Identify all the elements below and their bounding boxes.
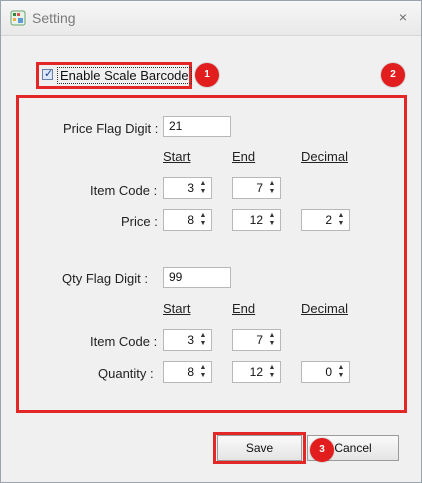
annotation-badge-3: 3 bbox=[310, 438, 334, 462]
price-start-stepper[interactable]: 8 ▲ ▼ bbox=[163, 209, 212, 231]
chevron-down-icon[interactable]: ▼ bbox=[267, 188, 277, 196]
chevron-down-icon[interactable]: ▼ bbox=[198, 340, 208, 348]
qty-flag-digit-label: Qty Flag Digit : bbox=[62, 271, 148, 286]
chevron-up-icon[interactable]: ▲ bbox=[336, 364, 346, 372]
checkbox[interactable]: ✓ bbox=[42, 68, 54, 80]
qty-item-code-label: Item Code : bbox=[90, 334, 158, 349]
annotation-badge-1: 1 bbox=[195, 63, 219, 87]
chevron-down-icon[interactable]: ▼ bbox=[267, 340, 277, 348]
save-button[interactable]: Save bbox=[217, 435, 302, 461]
chevron-down-icon[interactable]: ▼ bbox=[198, 220, 208, 228]
stepper-value: 12 bbox=[249, 213, 263, 227]
price-decimal-stepper[interactable]: 2 ▲ ▼ bbox=[301, 209, 350, 231]
chevron-up-icon[interactable]: ▲ bbox=[198, 180, 208, 188]
chevron-down-icon[interactable]: ▼ bbox=[198, 188, 208, 196]
chevron-up-icon[interactable]: ▲ bbox=[267, 364, 277, 372]
price-item-code-label: Item Code : bbox=[90, 183, 158, 198]
price-start-header: Start bbox=[163, 149, 191, 164]
chevron-up-icon[interactable]: ▲ bbox=[336, 212, 346, 220]
price-decimal-header: Decimal bbox=[301, 149, 348, 164]
stepper-value: 7 bbox=[256, 333, 263, 347]
chevron-down-icon[interactable]: ▼ bbox=[198, 372, 208, 380]
qty-decimal-header: Decimal bbox=[301, 301, 348, 316]
chevron-down-icon[interactable]: ▼ bbox=[267, 372, 277, 380]
stepper-value: 0 bbox=[325, 365, 332, 379]
price-flag-digit-label: Price Flag Digit : bbox=[63, 121, 159, 136]
qty-item-code-start-stepper[interactable]: 3 ▲ ▼ bbox=[163, 329, 212, 351]
chevron-down-icon[interactable]: ▼ bbox=[267, 220, 277, 228]
quantity-label: Quantity : bbox=[98, 366, 154, 381]
price-item-code-start-stepper[interactable]: 3 ▲ ▼ bbox=[163, 177, 212, 199]
qty-start-header: Start bbox=[163, 301, 191, 316]
price-label: Price : bbox=[121, 214, 158, 229]
price-flag-digit-input[interactable]: 21 bbox=[163, 116, 231, 137]
quantity-end-stepper[interactable]: 12 ▲ ▼ bbox=[232, 361, 281, 383]
app-icon bbox=[10, 10, 26, 26]
stepper-value: 2 bbox=[325, 213, 332, 227]
chevron-up-icon[interactable]: ▲ bbox=[267, 180, 277, 188]
window-title: Setting bbox=[32, 10, 76, 26]
price-item-code-end-stepper[interactable]: 7 ▲ ▼ bbox=[232, 177, 281, 199]
stepper-value: 8 bbox=[187, 365, 194, 379]
stepper-value: 12 bbox=[249, 365, 263, 379]
chevron-up-icon[interactable]: ▲ bbox=[198, 332, 208, 340]
qty-flag-digit-input[interactable]: 99 bbox=[163, 267, 231, 288]
chevron-up-icon[interactable]: ▲ bbox=[198, 212, 208, 220]
chevron-down-icon[interactable]: ▼ bbox=[336, 220, 346, 228]
title-bar: Setting × bbox=[1, 1, 421, 36]
annotation-badge-2: 2 bbox=[381, 63, 405, 87]
checkmark-icon: ✓ bbox=[44, 68, 54, 80]
chevron-down-icon[interactable]: ▼ bbox=[336, 372, 346, 380]
qty-end-header: End bbox=[232, 301, 256, 316]
stepper-value: 8 bbox=[187, 213, 194, 227]
chevron-up-icon[interactable]: ▲ bbox=[267, 332, 277, 340]
price-end-header: End bbox=[232, 149, 256, 164]
stepper-value: 3 bbox=[187, 333, 194, 347]
chevron-up-icon[interactable]: ▲ bbox=[198, 364, 208, 372]
setting-dialog: Setting × ✓ Enable Scale Barcode 1 2 Pri… bbox=[0, 0, 422, 483]
price-end-stepper[interactable]: 12 ▲ ▼ bbox=[232, 209, 281, 231]
enable-scale-barcode-label[interactable]: Enable Scale Barcode bbox=[57, 67, 192, 84]
quantity-decimal-stepper[interactable]: 0 ▲ ▼ bbox=[301, 361, 350, 383]
qty-item-code-end-stepper[interactable]: 7 ▲ ▼ bbox=[232, 329, 281, 351]
close-icon[interactable]: × bbox=[393, 7, 413, 27]
chevron-up-icon[interactable]: ▲ bbox=[267, 212, 277, 220]
stepper-value: 7 bbox=[256, 181, 263, 195]
stepper-value: 3 bbox=[187, 181, 194, 195]
quantity-start-stepper[interactable]: 8 ▲ ▼ bbox=[163, 361, 212, 383]
